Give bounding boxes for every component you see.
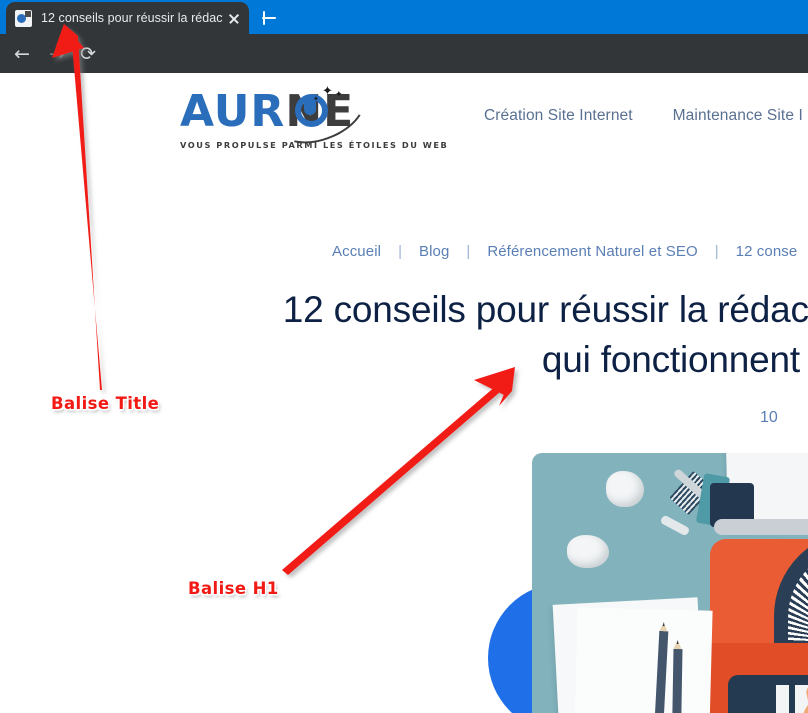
article-date: 10: [760, 409, 778, 426]
forward-arrow-icon: →: [49, 43, 65, 65]
breadcrumb-separator: |: [398, 243, 402, 260]
main-navigation: Création Site Internet Maintenance Site …: [484, 107, 803, 125]
browser-toolbar: ← → ⟳ aurone.com/blog/copywriting-seo-co…: [0, 34, 808, 102]
reload-icon: ⟳: [80, 43, 96, 65]
logo-star-icon-1: ✦: [322, 84, 334, 99]
breadcrumb: Accueil | Blog | Référencement Naturel e…: [332, 243, 797, 260]
breadcrumb-separator: |: [466, 243, 471, 260]
crumpled-paper-2: [567, 535, 609, 568]
breadcrumb-item-referencement-naturel-seo[interactable]: Référencement Naturel et SEO: [487, 243, 697, 260]
breadcrumb-item-accueil[interactable]: Accueil: [332, 243, 381, 260]
logo-wordmark: AURNE ✦ ✦ ✦: [180, 73, 402, 156]
hero-illustration: [488, 453, 808, 713]
web-page-viewport: AURNE ✦ ✦ ✦ VOUS PROPULSE PARMI LES ÉTOI…: [0, 73, 808, 713]
typewriter-roller: [714, 519, 808, 535]
screenshot-root: 12 conseils pour réussir la rédacti ← → …: [0, 0, 808, 713]
close-icon[interactable]: [225, 9, 243, 27]
logo-star-icon-3: ✦: [313, 95, 320, 103]
paper-sheet-2: [574, 607, 713, 713]
forward-button[interactable]: →: [44, 41, 70, 67]
pencil-lead-1: [662, 622, 665, 627]
typewriter-small-lever: [659, 514, 691, 537]
typewriter-keys: [776, 685, 808, 713]
site-logo[interactable]: AURNE ✦ ✦ ✦ VOUS PROPULSE PARMI LES ÉTOI…: [180, 73, 447, 156]
new-tab-icon[interactable]: [257, 6, 281, 30]
breadcrumb-item-blog[interactable]: Blog: [419, 243, 449, 260]
tab-title: 12 conseils pour réussir la rédacti: [41, 11, 223, 25]
crumpled-paper-1: [606, 471, 644, 507]
back-arrow-icon: ←: [14, 43, 30, 65]
annotation-label-balise-title: Balise Title: [51, 394, 160, 413]
back-button[interactable]: ←: [9, 41, 35, 67]
logo-word-part1: AUR: [180, 86, 286, 137]
reload-button[interactable]: ⟳: [75, 41, 101, 67]
site-header: AURNE ✦ ✦ ✦ VOUS PROPULSE PARMI LES ÉTOI…: [0, 73, 808, 169]
favicon-icon: [15, 9, 32, 27]
page-title: 12 conseils pour réussir la rédaction de…: [282, 289, 808, 380]
browser-tab-strip: 12 conseils pour réussir la rédacti: [0, 0, 808, 34]
breadcrumb-separator: |: [714, 243, 719, 260]
annotation-label-balise-h1: Balise H1: [188, 579, 279, 598]
nav-item-maintenance-site-internet[interactable]: Maintenance Site I: [673, 107, 803, 125]
browser-tab-active[interactable]: 12 conseils pour réussir la rédacti: [6, 2, 249, 34]
pencil-2: [672, 639, 683, 713]
pencil-lead-2: [676, 639, 679, 645]
nav-item-creation-site-internet[interactable]: Création Site Internet: [484, 107, 633, 125]
breadcrumb-item-current: 12 conse: [735, 243, 798, 260]
logo-star-icon-2: ✦: [335, 90, 344, 100]
typewriter-desk-illustration: [532, 453, 808, 713]
